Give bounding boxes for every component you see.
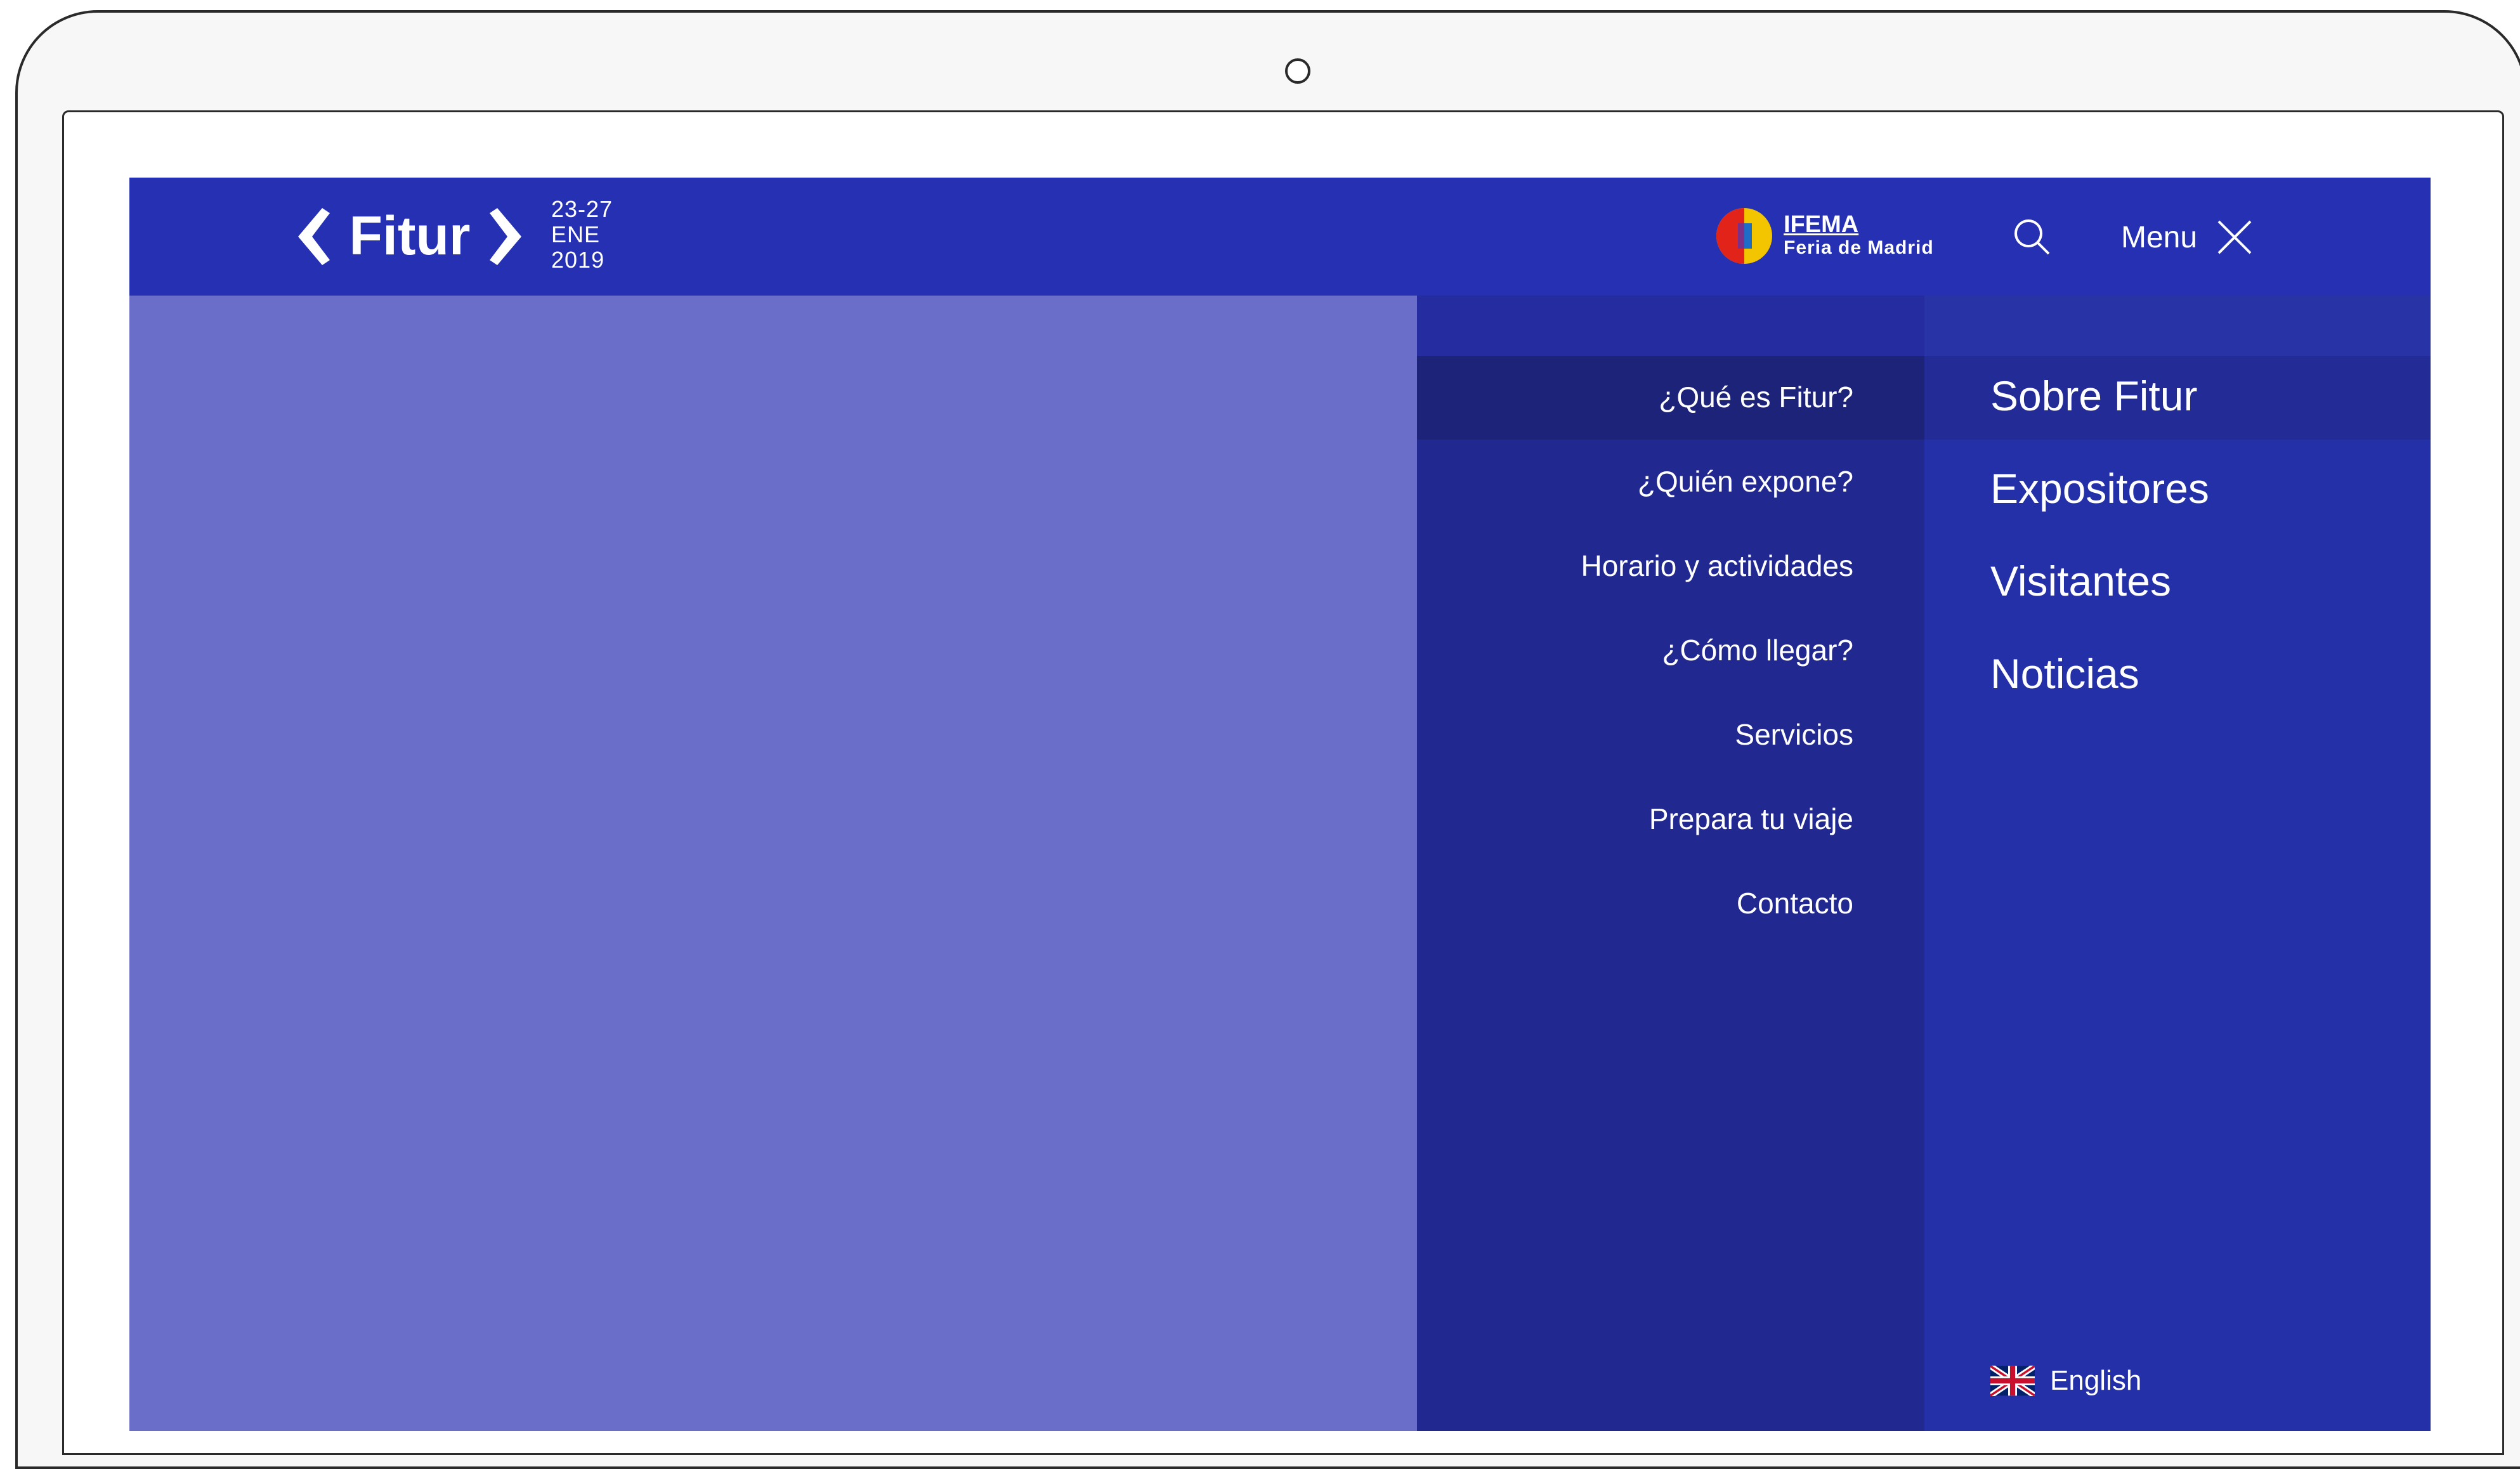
submenu-item-quien-expone[interactable]: ¿Quién expone? xyxy=(1638,464,1853,499)
submenu-panel: ¿Qué es Fitur? ¿Quién expone? Horario y … xyxy=(1417,296,1924,1431)
ifema-subtitle: Feria de Madrid xyxy=(1784,237,1934,258)
submenu-item-horario[interactable]: Horario y actividades xyxy=(1581,549,1853,583)
event-dates-year: 2019 xyxy=(551,247,605,273)
main-menu-panel: Sobre Fitur Expositores Visitantes Notic… xyxy=(1924,296,2431,1431)
submenu-item-prepara-tu-viaje[interactable]: Prepara tu viaje xyxy=(1649,802,1853,836)
submenu-item-contacto[interactable]: Contacto xyxy=(1737,886,1853,920)
event-dates: 23-27 ENE 2019 xyxy=(551,197,613,273)
event-dates-month: ENE xyxy=(551,221,601,247)
uk-flag-icon xyxy=(1990,1366,2035,1396)
language-switch[interactable]: English xyxy=(1990,1365,2141,1397)
submenu-top-band xyxy=(1417,296,1924,356)
submenu-item-que-es-fitur[interactable]: ¿Qué es Fitur? xyxy=(1659,380,1853,414)
camera xyxy=(1285,58,1310,84)
fitur-logo[interactable]: Fitur xyxy=(296,202,524,271)
menu-toggle-button[interactable]: Menu xyxy=(2121,213,2253,261)
main-menu-item-sobre-fitur[interactable]: Sobre Fitur xyxy=(1990,372,2197,420)
logo-text: Fitur xyxy=(349,206,470,266)
main-menu-item-noticias[interactable]: Noticias xyxy=(1990,650,2139,698)
main-menu-item-expositores[interactable]: Expositores xyxy=(1990,464,2209,513)
submenu-item-como-llegar[interactable]: ¿Cómo llegar? xyxy=(1662,633,1853,667)
screen: Fitur 23-27 ENE 2019 IFEMA Feria de Madr… xyxy=(129,178,2431,1431)
page-content-overlay[interactable] xyxy=(129,296,1417,1431)
main-menu-item-visitantes[interactable]: Visitantes xyxy=(1990,557,2171,605)
main-menu-top-band xyxy=(1924,296,2431,356)
ifema-name: IFEMA xyxy=(1784,211,1859,238)
close-icon[interactable] xyxy=(2216,219,2253,256)
site-header: Fitur 23-27 ENE 2019 IFEMA Feria de Madr… xyxy=(129,178,2431,296)
ifema-brand[interactable]: IFEMA Feria de Madrid xyxy=(1784,212,1934,259)
event-dates-range: 23-27 xyxy=(551,196,613,222)
search-icon[interactable] xyxy=(2012,217,2051,256)
submenu-item-servicios[interactable]: Servicios xyxy=(1735,717,1853,752)
ifema-logo-icon[interactable] xyxy=(1715,207,1773,265)
menu-label: Menu xyxy=(2121,220,2198,254)
language-label: English xyxy=(2050,1365,2142,1396)
